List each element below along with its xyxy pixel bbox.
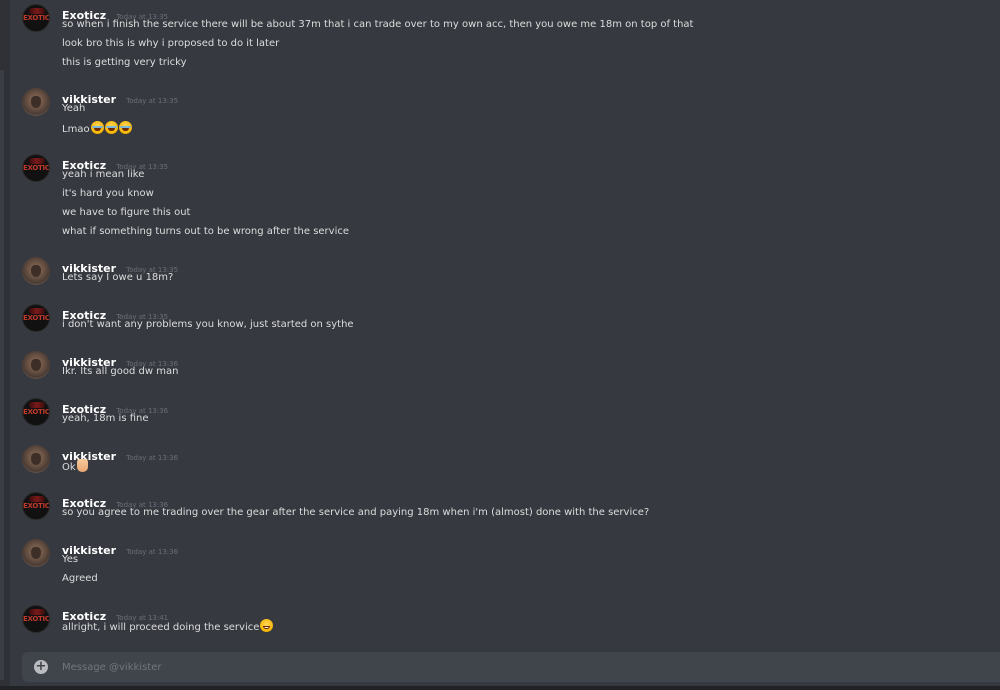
message-input[interactable] — [62, 652, 962, 682]
message-line: allright, i will proceed doing the servi… — [62, 619, 274, 635]
exoticz-avatar[interactable]: EXOTICZ — [22, 4, 50, 32]
joy-emoji — [118, 121, 132, 134]
message-text: yeah i mean like — [62, 169, 145, 180]
message-text: Yes — [62, 554, 79, 565]
message-list: EXOTICZ Exoticz Today at 13:35 so when i… — [10, 0, 1000, 648]
message-text: so you agree to me trading over the gear… — [62, 507, 650, 518]
exoticz-avatar[interactable]: EXOTICZ — [22, 304, 50, 332]
message-text: it's hard you know — [62, 188, 154, 199]
message-text: Lmao — [62, 124, 90, 135]
grin-emoji — [260, 619, 274, 632]
vikkister-avatar[interactable] — [22, 88, 50, 116]
exoticz-avatar[interactable]: EXOTICZ — [22, 492, 50, 520]
timestamp: Today at 13:36 — [126, 454, 179, 462]
avatar-logo-text: EXOTICZ — [23, 314, 50, 322]
message-line: Ok — [62, 459, 88, 475]
avatar-logo-text: EXOTICZ — [23, 14, 50, 22]
timestamp: Today at 13:36 — [126, 548, 179, 556]
avatar-logo-text: EXOTICZ — [23, 502, 50, 510]
left-sidebar-edge — [0, 0, 10, 690]
plus-circle-icon[interactable]: + — [34, 660, 48, 674]
message-text: Ok — [62, 462, 76, 473]
vikkister-avatar[interactable] — [22, 257, 50, 285]
joy-emoji — [104, 121, 118, 134]
avatar-logo-text: EXOTICZ — [23, 615, 50, 623]
message-text: yeah, 18m is fine — [62, 413, 149, 424]
message-text: this is getting very tricky — [62, 57, 187, 68]
message-text: Agreed — [62, 573, 98, 584]
message-text: look bro this is why i proposed to do it… — [62, 38, 280, 49]
thumbs-up-emoji — [76, 459, 88, 472]
vikkister-avatar[interactable] — [22, 539, 50, 567]
timestamp: Today at 13:35 — [126, 97, 179, 105]
message-line: Lmao — [62, 121, 132, 137]
exoticz-avatar[interactable]: EXOTICZ — [22, 398, 50, 426]
window-bottom-edge — [0, 686, 1000, 690]
avatar-logo-text: EXOTICZ — [23, 408, 50, 416]
message-text: what if something turns out to be wrong … — [62, 226, 350, 237]
avatar-logo-text: EXOTICZ — [23, 164, 50, 172]
exoticz-avatar[interactable]: EXOTICZ — [22, 605, 50, 633]
joy-emoji — [90, 121, 104, 134]
message-text: so when i finish the service there will … — [62, 19, 694, 30]
message-text: we have to figure this out — [62, 207, 191, 218]
exoticz-avatar[interactable]: EXOTICZ — [22, 154, 50, 182]
message-text: i don't want any problems you know, just… — [62, 319, 354, 330]
vikkister-avatar[interactable] — [22, 351, 50, 379]
vikkister-avatar[interactable] — [22, 445, 50, 473]
message-composer: + — [22, 652, 1000, 682]
message-header: vikkister Today at 13:36 — [62, 539, 179, 557]
message-text: Yeah — [62, 103, 86, 114]
message-text: Lets say I owe u 18m? — [62, 272, 174, 283]
message-text: Ikr. Its all good dw man — [62, 366, 179, 377]
message-text: allright, i will proceed doing the servi… — [62, 622, 260, 633]
